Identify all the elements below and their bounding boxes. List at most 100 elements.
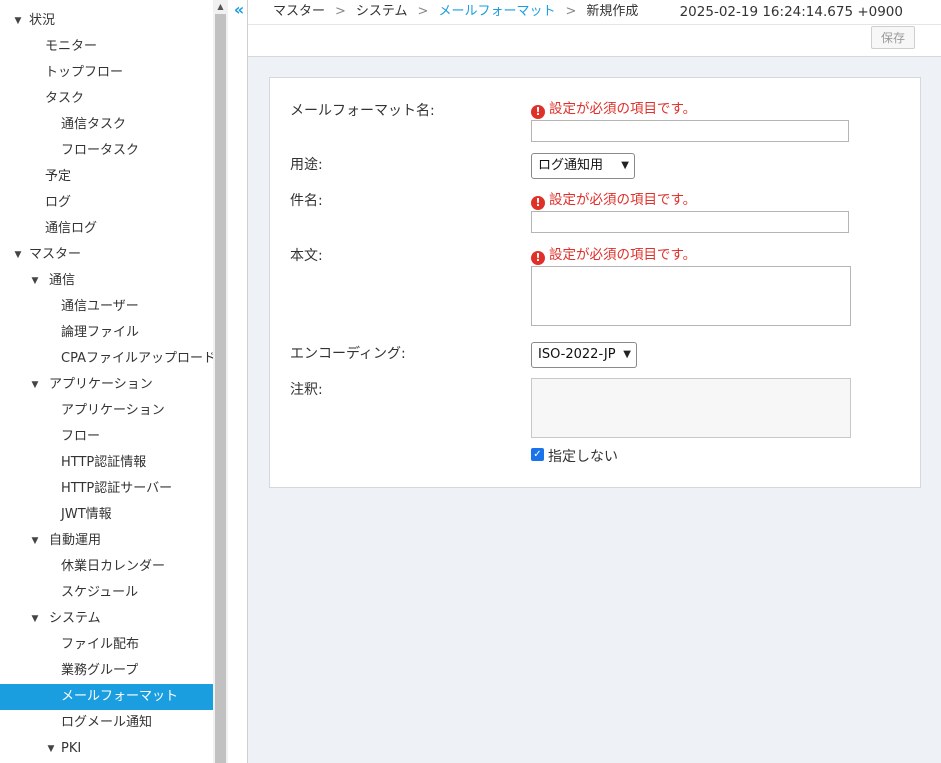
- chevron-down-icon: ▼: [621, 160, 629, 171]
- not-specified-checkbox[interactable]: ✓: [531, 448, 544, 461]
- tree-label: 休業日カレンダー: [61, 559, 166, 574]
- mail-format-name-error: ! 設定が必須の項目です。: [531, 100, 697, 119]
- tree-item-logical-file[interactable]: 論理ファイル: [0, 320, 213, 346]
- error-icon: !: [531, 105, 545, 119]
- tree-label: JWT情報: [61, 507, 112, 522]
- tree-item-mail-format[interactable]: メールフォーマット: [0, 684, 213, 710]
- tree-label: トップフロー: [45, 65, 124, 80]
- subject-error: ! 設定が必須の項目です。: [531, 191, 696, 210]
- error-text: 設定が必須の項目です。: [549, 247, 697, 263]
- tree-label: アプリケーション: [61, 403, 165, 418]
- tree-item-file-distribution[interactable]: ファイル配布: [0, 632, 213, 658]
- expand-toggle-icon[interactable]: ▼: [29, 372, 41, 398]
- breadcrumb-current: 新規作成: [586, 4, 639, 19]
- tree-item-application[interactable]: アプリケーション: [0, 398, 213, 424]
- tree-label: ログメール通知: [61, 715, 153, 730]
- expand-toggle-icon[interactable]: ▼: [29, 606, 41, 632]
- tree-item-auto-operation[interactable]: ▼ 自動運用: [0, 528, 213, 554]
- tree-item-system[interactable]: ▼ システム: [0, 606, 213, 632]
- tree-label: システム: [49, 611, 101, 626]
- encoding-select[interactable]: ISO-2022-JP ▼: [531, 342, 637, 368]
- tree-item-master[interactable]: ▼ マスター: [0, 242, 213, 268]
- breadcrumb-system[interactable]: システム: [356, 4, 408, 19]
- tree-item-comm-user[interactable]: 通信ユーザー: [0, 294, 213, 320]
- tree-item-schedule-plan[interactable]: 予定: [0, 164, 213, 190]
- breadcrumb-separator: >: [335, 4, 346, 19]
- usage-select[interactable]: ログ通知用 ▼: [531, 153, 635, 179]
- tree-label: CPAファイルアップロード: [61, 351, 213, 366]
- tree-item-business-group[interactable]: 業務グループ: [0, 658, 213, 684]
- page-header: マスター > システム > メールフォーマット > 新規作成 2025-02-19 16:2…: [248, 0, 941, 25]
- chevron-down-icon: ▼: [623, 349, 631, 360]
- toolbar: 保存: [248, 25, 941, 57]
- tree-label: アプリケーション: [49, 377, 153, 392]
- tree-label: 通信タスク: [61, 117, 127, 132]
- tree-item-http-auth-server[interactable]: HTTP認証サーバー: [0, 476, 213, 502]
- double-chevron-left-icon[interactable]: «: [231, 0, 247, 20]
- not-specified-label[interactable]: 指定しない: [548, 446, 618, 466]
- navigation-sidebar: ▼ 状況 モニター トップフロー タスク 通信タスク フロータスク 予定 ログ 通…: [0, 0, 213, 763]
- error-icon: !: [531, 251, 545, 265]
- encoding-label: エンコーディング:: [290, 346, 406, 362]
- tree-item-log-mail-notify[interactable]: ログメール通知: [0, 710, 213, 736]
- breadcrumb-mail-format[interactable]: メールフォーマット: [438, 4, 555, 19]
- tree-item-cpa-upload[interactable]: CPAファイルアップロード: [0, 346, 213, 372]
- expand-toggle-icon[interactable]: ▼: [45, 736, 57, 762]
- server-timestamp: 2025-02-19 16:24:14.675 +0900: [679, 4, 903, 20]
- note-textarea[interactable]: [531, 378, 851, 438]
- tree-label: フロータスク: [61, 143, 140, 158]
- usage-label: 用途:: [290, 157, 323, 173]
- tree-label: 自動運用: [49, 533, 102, 548]
- tree-item-task[interactable]: タスク: [0, 86, 213, 112]
- breadcrumb-separator: >: [565, 4, 577, 19]
- tree-item-status[interactable]: ▼ 状況: [0, 8, 213, 34]
- expand-toggle-icon[interactable]: ▼: [29, 528, 41, 554]
- tree-item-comm-task[interactable]: 通信タスク: [0, 112, 213, 138]
- tree-label: フロー: [61, 429, 101, 444]
- scroll-up-arrow-icon[interactable]: ▲: [214, 2, 227, 12]
- note-label: 注釈:: [290, 382, 323, 398]
- tree-item-comm-log[interactable]: 通信ログ: [0, 216, 213, 242]
- expand-toggle-icon[interactable]: ▼: [12, 8, 24, 34]
- tree-label: モニター: [45, 39, 98, 54]
- subject-input[interactable]: [531, 211, 849, 233]
- body-error: ! 設定が必須の項目です。: [531, 246, 697, 265]
- breadcrumb-separator: >: [417, 4, 429, 19]
- tree-label: 業務グループ: [61, 663, 139, 678]
- sidebar-splitter[interactable]: [228, 0, 248, 763]
- tree-label: 通信ログ: [45, 221, 98, 236]
- tree-item-http-auth-info[interactable]: HTTP認証情報: [0, 450, 213, 476]
- tree-label: メールフォーマット: [61, 689, 179, 704]
- error-text: 設定が必須の項目です。: [549, 101, 697, 117]
- mail-format-name-label: メールフォーマット名:: [290, 103, 435, 119]
- tree-item-pki[interactable]: ▼ PKI: [0, 736, 213, 762]
- tree-label: ファイル配布: [61, 637, 140, 652]
- expand-toggle-icon[interactable]: ▼: [12, 242, 24, 268]
- tree-label: ログ: [45, 195, 72, 210]
- tree-item-application-group[interactable]: ▼ アプリケーション: [0, 372, 213, 398]
- tree-label: タスク: [45, 91, 85, 106]
- save-button[interactable]: 保存: [871, 26, 915, 49]
- usage-select-value: ログ通知用: [538, 158, 604, 173]
- subject-label: 件名:: [290, 193, 323, 209]
- form-card: メールフォーマット名: ! 設定が必須の項目です。 用途: ログ通知用 ▼ 件名: …: [269, 77, 921, 488]
- tree-item-communication[interactable]: ▼ 通信: [0, 268, 213, 294]
- tree-item-jwt-info[interactable]: JWT情報: [0, 502, 213, 528]
- body-textarea[interactable]: [531, 266, 851, 326]
- tree-label: 状況: [29, 13, 56, 28]
- error-icon: !: [531, 196, 545, 210]
- tree-item-holiday-calendar[interactable]: 休業日カレンダー: [0, 554, 213, 580]
- tree-item-monitor[interactable]: モニター: [0, 34, 213, 60]
- tree-item-flow[interactable]: フロー: [0, 424, 213, 450]
- tree-item-top-flow[interactable]: トップフロー: [0, 60, 213, 86]
- tree-item-log[interactable]: ログ: [0, 190, 213, 216]
- expand-toggle-icon[interactable]: ▼: [29, 268, 41, 294]
- tree-label: 通信: [49, 273, 76, 288]
- breadcrumb: マスター > システム > メールフォーマット > 新規作成: [273, 0, 638, 24]
- scrollbar-thumb[interactable]: [215, 14, 226, 763]
- tree-label: スケジュール: [61, 585, 139, 600]
- tree-item-flow-task[interactable]: フロータスク: [0, 138, 213, 164]
- breadcrumb-master[interactable]: マスター: [273, 4, 325, 19]
- tree-item-schedule[interactable]: スケジュール: [0, 580, 213, 606]
- mail-format-name-input[interactable]: [531, 120, 849, 142]
